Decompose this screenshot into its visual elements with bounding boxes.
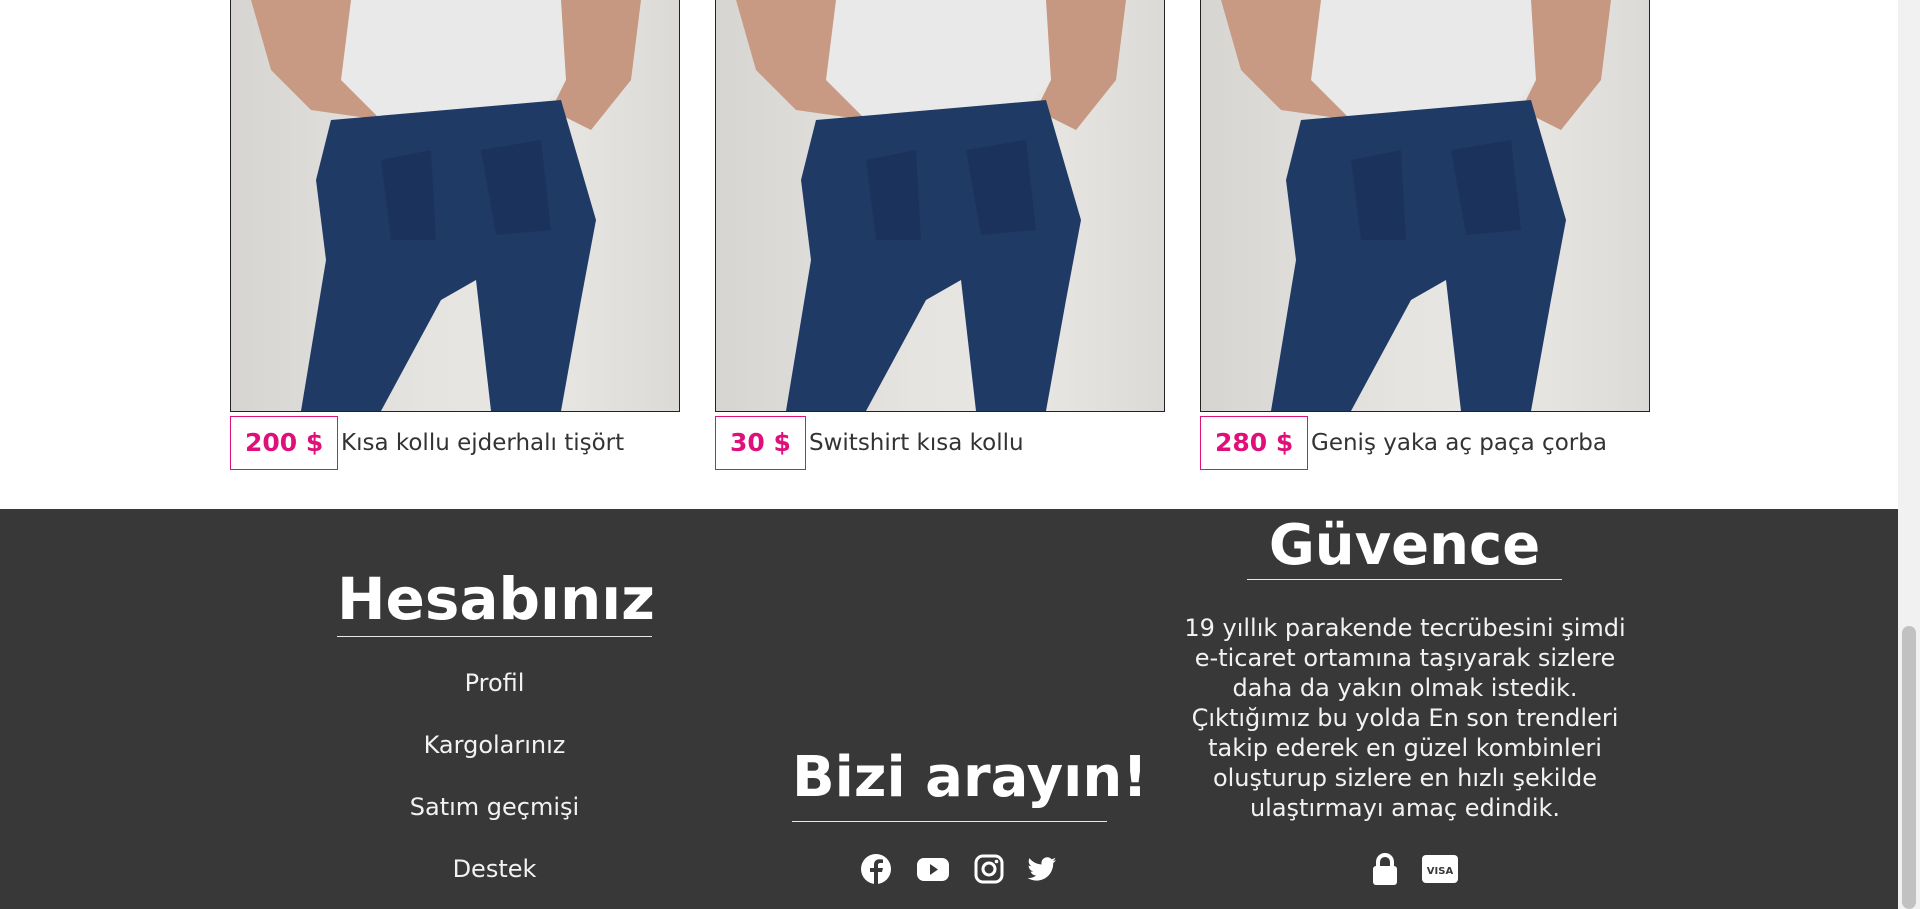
- account-link-profile[interactable]: Profil: [337, 669, 652, 697]
- facebook-icon[interactable]: [856, 849, 896, 889]
- instagram-icon[interactable]: [969, 849, 1009, 889]
- account-title-underline: [337, 636, 652, 637]
- account-link-support[interactable]: Destek: [337, 855, 652, 883]
- footer: Hesabınız Profil Kargolarınız Satım geçm…: [0, 509, 1898, 909]
- account-link-shipments[interactable]: Kargolarınız: [337, 731, 652, 759]
- product-grid: 200 $ Kısa kollu ejderhalı tişört 30 $ S…: [0, 0, 1898, 509]
- visa-icon: VISA: [1420, 849, 1460, 889]
- product-name[interactable]: Kısa kollu ejderhalı tişört: [341, 416, 624, 470]
- trust-title-underline: [1247, 579, 1562, 580]
- trust-title: Güvence: [1268, 513, 1541, 578]
- jeans-photo: [1221, 0, 1611, 411]
- product-price: 200 $: [230, 416, 339, 470]
- svg-text:VISA: VISA: [1427, 866, 1454, 877]
- product-image[interactable]: [230, 0, 680, 412]
- jeans-photo: [251, 0, 641, 411]
- product-image[interactable]: [715, 0, 1165, 412]
- scrollbar-thumb[interactable]: [1902, 626, 1916, 909]
- contact-title: Bizi arayın!: [792, 745, 1148, 810]
- product-name[interactable]: Switshirt kısa kollu: [809, 416, 1024, 470]
- lock-icon: [1365, 849, 1405, 889]
- account-link-sales-history[interactable]: Satım geçmişi: [337, 793, 652, 821]
- account-title: Hesabınız: [337, 565, 655, 633]
- contact-title-underline: [792, 821, 1107, 822]
- product-name[interactable]: Geniş yaka aç paça çorba: [1311, 416, 1607, 470]
- product-price: 30 $: [715, 416, 806, 470]
- trust-description: 19 yıllık parakende tecrübesini şimdi e-…: [1184, 614, 1626, 822]
- twitter-icon[interactable]: [1022, 849, 1062, 889]
- page-scrollbar[interactable]: [1898, 0, 1920, 909]
- product-price: 280 $: [1200, 416, 1309, 470]
- product-image[interactable]: [1200, 0, 1650, 412]
- jeans-photo: [736, 0, 1126, 411]
- youtube-icon[interactable]: [913, 849, 953, 889]
